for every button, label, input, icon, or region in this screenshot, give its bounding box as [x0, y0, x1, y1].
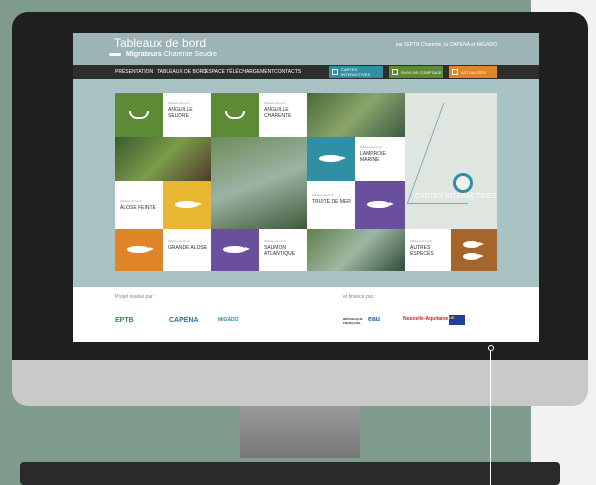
photo-river	[307, 93, 405, 137]
tile-grande-alose-icon[interactable]	[115, 229, 163, 271]
fish-icon	[463, 253, 484, 260]
nav-actualites-button[interactable]: ACTUALITÉS	[449, 66, 497, 78]
tile-grande-alose[interactable]: Tableau de bord GRANDE ALOSE	[163, 229, 211, 271]
nav-cartes-button[interactable]: CARTES INTERACTIVES	[329, 66, 383, 78]
footer-finance-label: et financé par :	[343, 294, 377, 300]
magnifier-icon	[453, 173, 473, 193]
tile-saumon[interactable]: Tableau de bord SAUMON ATLANTIQUE	[259, 229, 307, 271]
photo-fishers	[211, 137, 307, 229]
logo-capena[interactable]: CAPENA	[169, 317, 199, 324]
tile-alose-feinte-icon[interactable]	[163, 181, 211, 229]
fish-icon	[127, 246, 154, 253]
tile-lamproie-icon[interactable]	[307, 137, 355, 181]
eel-icon	[225, 111, 245, 119]
monitor-stand	[240, 406, 360, 458]
site-title[interactable]: Tableaux de bord	[114, 36, 206, 50]
footer-porte-label: Projet réalisé par :	[115, 294, 156, 300]
fish-icon	[175, 201, 202, 208]
map-icon	[332, 69, 338, 75]
tile-caption: Tableau de bord	[410, 239, 432, 243]
website-screen: Tableaux de bord Migrateurs Charente Seu…	[73, 33, 539, 342]
logo-nouvelle-aquitaine[interactable]: Nouvelle-Aquitaine	[403, 316, 448, 322]
suivi-label: SUIVI DE COMPTAGE	[401, 69, 442, 75]
tile-caption: Tableau de bord	[120, 199, 142, 203]
logo-republique[interactable]: RÉPUBLIQUE FRANÇAISE	[343, 317, 363, 325]
fish-logo-icon	[109, 53, 121, 56]
fish-icon	[223, 246, 250, 253]
cartes-label: CARTES INTERACTIVES	[341, 67, 371, 77]
tile-anguille-seudre-icon[interactable]	[115, 93, 163, 137]
monitor-chin	[12, 360, 588, 406]
logo-ue-label: UE	[449, 315, 455, 320]
tile-grid: Tableau de bord ANGUILLE SEUDRE Tableau d…	[73, 79, 539, 287]
tile-caption: Tableau de bord	[168, 239, 190, 243]
photo-boat	[307, 229, 405, 271]
logo-migado[interactable]: MIGADO	[218, 317, 239, 323]
tile-autres-icon[interactable]	[451, 229, 497, 271]
partners-text: par l'EPTB Charente, la CAPENA et MIGADO	[395, 42, 497, 48]
tile-saumon-icon[interactable]	[211, 229, 259, 271]
site-footer: Projet réalisé par : et financé par : EP…	[73, 287, 539, 342]
eel-icon	[129, 111, 149, 119]
main-nav: PRÉSENTATION TABLEAUX DE BORD ESPACE TÉL…	[73, 65, 539, 79]
tile-caption: Tableau de bord	[264, 239, 286, 243]
tile-label: TRUITE DE MER	[312, 199, 351, 205]
logo-eau[interactable]: eau	[368, 316, 380, 323]
tile-label: ANGUILLE CHARENTE	[264, 107, 292, 119]
tile-caption: Tableau de bord	[264, 101, 286, 105]
counter-icon	[392, 69, 398, 75]
nav-contacts[interactable]: CONTACTS	[274, 69, 301, 75]
tile-label: LAMPROIE MARINE	[360, 151, 386, 163]
tile-truite-icon[interactable]	[355, 181, 405, 229]
nav-tableaux[interactable]: TABLEAUX DE BORD	[157, 69, 207, 75]
tile-anguille-charente-icon[interactable]	[211, 93, 259, 137]
callout-line	[490, 351, 491, 485]
callout-dot	[488, 345, 494, 351]
tile-autres[interactable]: Tableau de bord AUTRES ESPÈCES	[405, 229, 451, 271]
subtitle-bold: Migrateurs	[126, 51, 162, 58]
tile-caption: Tableau de bord	[360, 145, 382, 149]
site-header: Tableaux de bord Migrateurs Charente Seu…	[73, 33, 539, 65]
megaphone-icon	[452, 69, 458, 75]
nav-suivi-button[interactable]: SUIVI DE COMPTAGE	[389, 66, 443, 78]
photo-eels	[115, 137, 211, 181]
fish-icon	[463, 241, 484, 248]
tile-lamproie[interactable]: Tableau de bord LAMPROIE MARINE	[355, 137, 405, 181]
site-subtitle: Migrateurs Charente Seudre	[126, 51, 217, 58]
nav-telechargement[interactable]: ESPACE TÉLÉCHARGEMENT	[205, 69, 274, 75]
map-river-line	[406, 103, 497, 204]
tile-alose-feinte[interactable]: Tableau de bord ALOSE FEINTE	[115, 181, 163, 229]
tile-label: ALOSE FEINTE	[120, 205, 156, 211]
tile-anguille-seudre[interactable]: Tableau de bord ANGUILLE SEUDRE	[163, 93, 211, 137]
tile-label: SAUMON ATLANTIQUE	[264, 245, 296, 257]
tile-caption: Tableau de bord	[312, 193, 334, 197]
tile-cartes-interactives[interactable]: CARTES INTERACTIVES	[405, 93, 497, 229]
tile-label: ANGUILLE SEUDRE	[168, 107, 193, 119]
tile-label: AUTRES ESPÈCES	[410, 245, 434, 257]
subtitle-rest: Charente Seudre	[163, 51, 218, 58]
actualites-label: ACTUALITÉS	[461, 69, 486, 75]
logo-eptb[interactable]: EPTB	[115, 317, 134, 324]
lamprey-icon	[319, 155, 346, 162]
tile-truite[interactable]: Tableau de bord TRUITE DE MER	[307, 181, 355, 229]
logo-ue[interactable]: UE	[449, 315, 465, 325]
tile-caption: Tableau de bord	[168, 101, 190, 105]
fish-icon	[367, 201, 394, 208]
nav-presentation[interactable]: PRÉSENTATION	[115, 69, 153, 75]
cartes-tile-label: CARTES INTERACTIVES	[415, 193, 497, 200]
tile-label: GRANDE ALOSE	[168, 245, 208, 251]
tile-anguille-charente[interactable]: Tableau de bord ANGUILLE CHARENTE	[259, 93, 307, 137]
keyboard	[20, 462, 560, 485]
